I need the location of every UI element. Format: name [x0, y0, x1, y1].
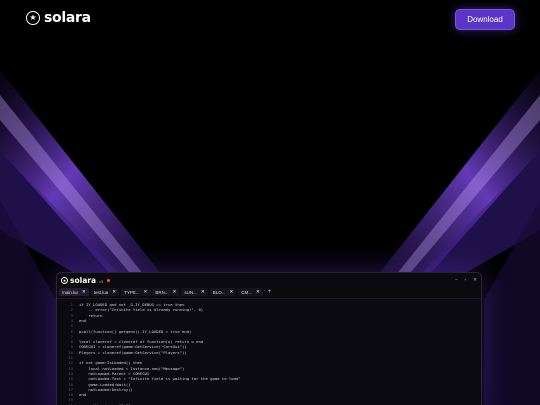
line-number: 17	[68, 386, 73, 392]
code-line: 10 Players = cloneref(game:GetService("Pl…	[57, 350, 481, 355]
site-header: ★ solara Download	[0, 0, 540, 38]
code-line: 14 notLoaded.Parent = COREGUI	[57, 371, 481, 376]
tab-main-lua[interactable]: main.lua ✕	[59, 288, 89, 296]
code-line: 19	[57, 397, 481, 402]
code-text: game.Loaded:Wait()	[79, 381, 131, 387]
code-line: 16 game.Loaded:Wait()	[57, 382, 481, 387]
tab-sun[interactable]: sUN... ✕	[181, 288, 208, 296]
line-number: 8	[70, 339, 73, 345]
tab-label: main.lua	[62, 289, 78, 295]
code-text: pcall(function() getgenv().IY_LOADED = t…	[79, 328, 192, 334]
code-text: COREGUI = cloneref(game:GetService("Core…	[79, 344, 187, 350]
code-line: 17 notLoaded:Destroy()	[57, 387, 481, 392]
code-line: 1 if IY_LOADED and not _G.IY_DEBUG == tru…	[57, 302, 481, 307]
line-number: 19	[68, 397, 73, 403]
code-text: end	[79, 392, 87, 398]
code-line: 6 pcall(function() getgenv().IY_LOADED = …	[57, 329, 481, 334]
app-logo: ★ solara v3	[61, 276, 111, 285]
tab-label: BRN...	[155, 289, 169, 295]
window-titlebar: ★ solara v3 – ▫ ✕	[57, 273, 481, 288]
tab-label: TYPE...	[124, 289, 140, 295]
close-window-button[interactable]: ✕	[473, 277, 477, 283]
line-number: 10	[68, 349, 73, 355]
editor-tabs: main.lua ✕ test.lua ✕ TYPE... ✕ BRN... ✕…	[59, 288, 274, 297]
line-number: 5	[70, 323, 73, 329]
code-text: local cloneref = cloneref or function(o)…	[79, 339, 204, 345]
line-number: 18	[68, 392, 73, 398]
line-number: 14	[68, 370, 73, 376]
code-line: 4 end	[57, 318, 481, 323]
code-line: 5	[57, 323, 481, 328]
line-number: 7	[70, 333, 73, 339]
code-editor[interactable]: 1 if IY_LOADED and not _G.IY_DEBUG == tru…	[57, 298, 481, 405]
close-icon[interactable]: ✕	[256, 289, 260, 295]
tab-label: BLO...	[212, 289, 226, 295]
maximize-button[interactable]: ▫	[465, 277, 467, 283]
code-text: local notLoaded = Instance.new("Message"…	[79, 365, 185, 371]
line-number: 3	[70, 312, 73, 318]
line-number: 1	[70, 302, 73, 307]
code-text: if not game:IsLoaded() then	[79, 360, 143, 366]
tab-type[interactable]: TYPE... ✕	[121, 288, 151, 296]
minimize-button[interactable]: –	[455, 277, 458, 283]
tab-label: test.lua	[93, 289, 109, 295]
line-number: 15	[68, 376, 73, 382]
tab-test-lua[interactable]: test.lua ✕	[90, 288, 120, 296]
code-text: notLoaded:Destroy()	[79, 386, 133, 392]
code-line: 15 notLoaded.Text = "Infinite Yield is w…	[57, 376, 481, 381]
code-line: 18 end	[57, 392, 481, 397]
brand-name: solara	[44, 10, 91, 26]
line-number: 11	[68, 355, 73, 360]
code-line: 9 COREGUI = cloneref(game:GetService("Cor…	[57, 344, 481, 349]
solara-star-icon: ★	[61, 277, 68, 284]
close-icon[interactable]: ✕	[201, 289, 205, 295]
code-line: 7	[57, 334, 481, 339]
code-line: 13 local notLoaded = Instance.new("Messa…	[57, 366, 481, 371]
close-icon[interactable]: ✕	[173, 289, 177, 295]
tab-label: sUN...	[184, 289, 197, 295]
tab-cm[interactable]: CM... ✕	[238, 288, 263, 296]
close-icon[interactable]: ✕	[82, 289, 86, 295]
line-number: 4	[70, 317, 73, 323]
code-line: 3 return	[57, 313, 481, 318]
line-number: 12	[68, 360, 73, 366]
solara-star-icon: ★	[26, 11, 40, 25]
code-text: Players = cloneref(game:GetService("Play…	[79, 349, 187, 355]
line-number: 13	[68, 365, 73, 371]
app-version: v3	[99, 279, 104, 284]
site-logo[interactable]: ★ solara	[26, 10, 91, 26]
add-tab-button[interactable]: +	[265, 288, 275, 297]
line-number: 6	[70, 328, 73, 334]
code-text: notLoaded.Parent = COREGUI	[79, 370, 150, 376]
code-line: 11	[57, 355, 481, 360]
close-icon[interactable]: ✕	[112, 289, 116, 295]
executor-window: ★ solara v3 – ▫ ✕ main.lua ✕ test.lua ✕ …	[56, 272, 482, 405]
code-text: end	[79, 317, 87, 323]
close-icon[interactable]: ✕	[144, 289, 148, 295]
window-controls: – ▫ ✕	[455, 277, 477, 283]
code-text: -- error("Infinite Yield is already runn…	[79, 307, 204, 313]
code-line: 12 if not game:IsLoaded() then	[57, 360, 481, 365]
status-dot	[107, 279, 111, 282]
tab-label: CM...	[241, 289, 253, 295]
close-icon[interactable]: ✕	[229, 289, 233, 295]
tab-brn[interactable]: BRN... ✕	[152, 288, 180, 296]
code-text: if IY_LOADED and not _G.IY_DEBUG == true…	[79, 302, 185, 307]
code-text: return	[79, 312, 103, 318]
code-line: 2 -- error("Infinite Yield is already ru…	[57, 307, 481, 312]
download-button[interactable]: Download	[455, 9, 515, 30]
line-number: 9	[70, 344, 73, 350]
line-number: 16	[68, 381, 73, 387]
tab-blo[interactable]: BLO... ✕	[209, 288, 237, 296]
app-brand-name: solara	[70, 276, 97, 285]
code-text: notLoaded.Text = "Infinite Yield is wait…	[79, 376, 241, 382]
line-number: 2	[70, 307, 73, 313]
code-line: 8 local cloneref = cloneref or function(o…	[57, 339, 481, 344]
